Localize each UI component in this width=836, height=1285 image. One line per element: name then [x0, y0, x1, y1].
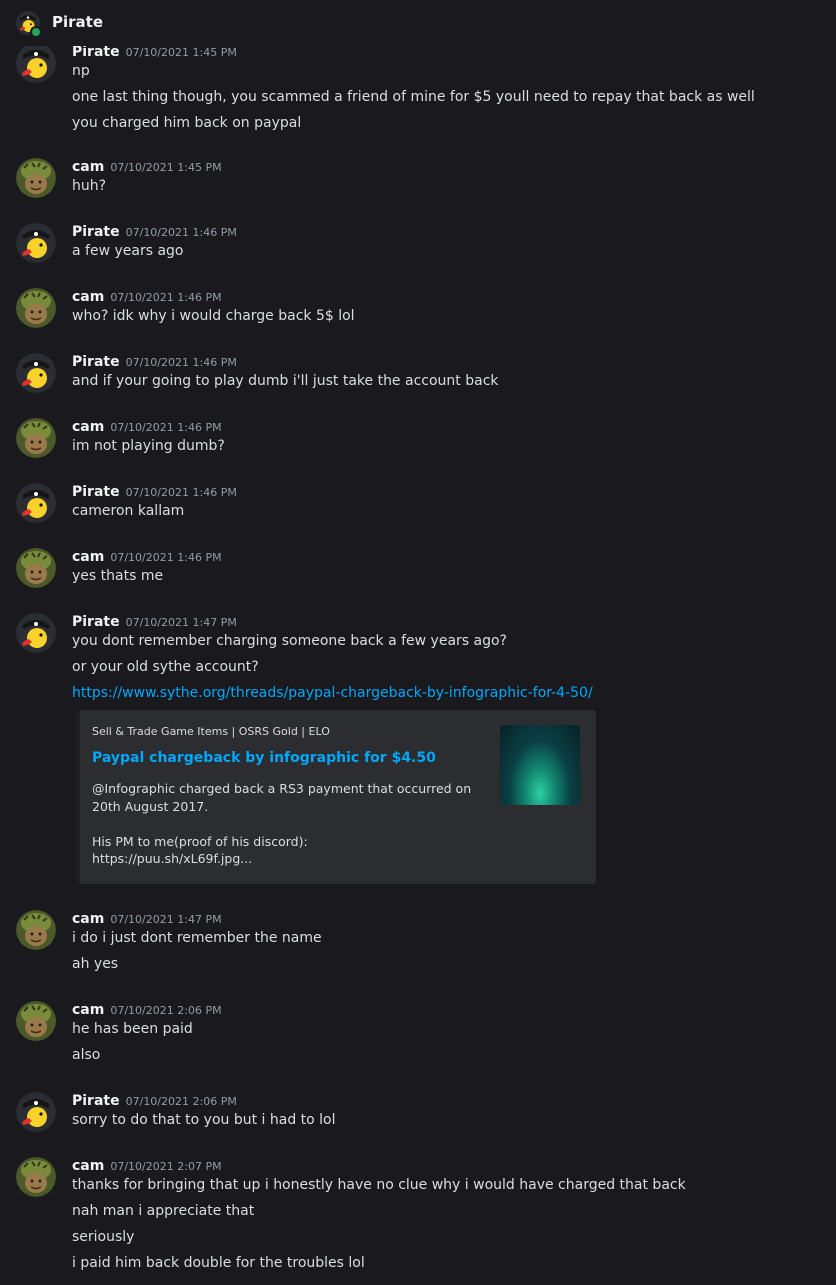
- message-timestamp: 07/10/2021 1:47 PM: [125, 616, 237, 629]
- message-author[interactable]: cam: [72, 159, 104, 175]
- message-timestamp: 07/10/2021 1:45 PM: [125, 46, 237, 59]
- cam-avatar[interactable]: [16, 288, 56, 328]
- message-header: Pirate 07/10/2021 1:47 PM: [72, 611, 237, 630]
- message-header: Pirate 07/10/2021 1:46 PM: [72, 481, 237, 500]
- message-timestamp: 07/10/2021 1:46 PM: [110, 551, 222, 564]
- pirate-avatar[interactable]: [16, 613, 56, 653]
- message-author[interactable]: cam: [72, 1002, 104, 1018]
- channel-title: Pirate: [52, 13, 103, 31]
- message-group: Pirate 07/10/2021 1:45 PM np one last thing…: [0, 43, 836, 145]
- message-header: cam 07/10/2021 1:47 PM: [72, 908, 222, 927]
- message-text: ah yes: [72, 956, 119, 972]
- channel-header: Pirate: [0, 0, 836, 46]
- message-group: Pirate 07/10/2021 1:46 PM cameron kallam: [0, 483, 836, 533]
- message-author[interactable]: Pirate: [72, 484, 120, 500]
- message-timestamp: 07/10/2021 2:07 PM: [110, 1160, 222, 1173]
- pirate-avatar[interactable]: [16, 43, 56, 83]
- message-text: yes thats me: [72, 568, 164, 584]
- cam-avatar[interactable]: [16, 910, 56, 950]
- message-text: im not playing dumb?: [72, 438, 225, 454]
- message-text: huh?: [72, 178, 107, 194]
- message-timestamp: 07/10/2021 1:46 PM: [125, 486, 237, 499]
- message-text: or your old sythe account?: [72, 659, 259, 675]
- message-header: cam 07/10/2021 1:46 PM: [72, 286, 222, 305]
- message-header: Pirate 07/10/2021 2:06 PM: [72, 1090, 237, 1109]
- cam-avatar[interactable]: [16, 158, 56, 198]
- pirate-avatar[interactable]: [16, 223, 56, 263]
- cam-avatar[interactable]: [16, 1157, 56, 1197]
- message-author[interactable]: cam: [72, 419, 104, 435]
- message-text: seriously: [72, 1229, 135, 1245]
- message-text: also: [72, 1047, 101, 1063]
- message-text: he has been paid: [72, 1021, 193, 1037]
- link-embed[interactable]: Sell & Trade Game Items | OSRS Gold | EL…: [76, 710, 596, 884]
- message-group: Pirate 07/10/2021 1:46 PM a few years ago: [0, 223, 836, 273]
- message-text: sorry to do that to you but i had to lol: [72, 1112, 336, 1128]
- message-header: Pirate 07/10/2021 1:46 PM: [72, 221, 237, 240]
- message-text: who? idk why i would charge back 5$ lol: [72, 308, 355, 324]
- message-timestamp: 07/10/2021 1:46 PM: [110, 291, 222, 304]
- message-group: cam 07/10/2021 1:45 PM huh?: [0, 158, 836, 208]
- message-text: one last thing though, you scammed a fri…: [72, 89, 755, 105]
- message-author[interactable]: Pirate: [72, 614, 120, 630]
- message-author[interactable]: cam: [72, 289, 104, 305]
- message-author[interactable]: cam: [72, 1158, 104, 1174]
- online-status-icon: [30, 26, 42, 38]
- pirate-avatar[interactable]: [16, 353, 56, 393]
- message-timestamp: 07/10/2021 1:46 PM: [125, 226, 237, 239]
- cam-avatar[interactable]: [16, 418, 56, 458]
- message-group: cam 07/10/2021 1:46 PM im not playing dumb…: [0, 418, 836, 468]
- message-text: nah man i appreciate that: [72, 1203, 255, 1219]
- message-header: Pirate 07/10/2021 1:46 PM: [72, 351, 237, 370]
- message-group: cam 07/10/2021 1:47 PM i do i just dont re…: [0, 910, 836, 986]
- message-text: np: [72, 63, 90, 79]
- message-text: i do i just dont remember the name: [72, 930, 322, 946]
- embed-thumbnail[interactable]: [500, 725, 580, 805]
- pirate-avatar[interactable]: [16, 483, 56, 523]
- message-timestamp: 07/10/2021 1:46 PM: [110, 421, 222, 434]
- message-group: Pirate 07/10/2021 2:06 PM sorry to do that…: [0, 1092, 836, 1142]
- message-group: cam 07/10/2021 2:06 PM he has been paid als…: [0, 1001, 836, 1077]
- message-author[interactable]: Pirate: [72, 224, 120, 240]
- embed-description: @Infographic charged back a RS3 payment …: [92, 781, 472, 866]
- message-text: and if your going to play dumb i'll just…: [72, 373, 499, 389]
- message-header: cam 07/10/2021 2:06 PM: [72, 999, 222, 1018]
- message-text: i paid him back double for the troubles …: [72, 1255, 365, 1271]
- message-group: cam 07/10/2021 1:46 PM yes thats me: [0, 548, 836, 598]
- message-text: thanks for bringing that up i honestly h…: [72, 1177, 686, 1193]
- embed-provider[interactable]: Sell & Trade Game Items | OSRS Gold | EL…: [92, 725, 330, 738]
- message-author[interactable]: cam: [72, 549, 104, 565]
- message-timestamp: 07/10/2021 1:47 PM: [110, 913, 222, 926]
- message-text: a few years ago: [72, 243, 184, 259]
- message-header: cam 07/10/2021 1:46 PM: [72, 416, 222, 435]
- cam-avatar[interactable]: [16, 548, 56, 588]
- message-header: cam 07/10/2021 1:46 PM: [72, 546, 222, 565]
- message-timestamp: 07/10/2021 2:06 PM: [125, 1095, 237, 1108]
- message-header: cam 07/10/2021 1:45 PM: [72, 156, 222, 175]
- message-header: cam 07/10/2021 2:07 PM: [72, 1155, 222, 1174]
- message-link[interactable]: https://www.sythe.org/threads/paypal-cha…: [72, 683, 593, 703]
- message-author[interactable]: cam: [72, 911, 104, 927]
- message-text: you dont remember charging someone back …: [72, 633, 507, 649]
- message-timestamp: 07/10/2021 1:45 PM: [110, 161, 222, 174]
- message-group: cam 07/10/2021 2:07 PM thanks for bringing…: [0, 1157, 836, 1285]
- message-timestamp: 07/10/2021 2:06 PM: [110, 1004, 222, 1017]
- message-timestamp: 07/10/2021 1:46 PM: [125, 356, 237, 369]
- message-text: cameron kallam: [72, 503, 185, 519]
- message-author[interactable]: Pirate: [72, 44, 120, 60]
- pirate-avatar[interactable]: [16, 1092, 56, 1132]
- message-author[interactable]: Pirate: [72, 354, 120, 370]
- message-author[interactable]: Pirate: [72, 1093, 120, 1109]
- message-group: Pirate 07/10/2021 1:46 PM and if your goin…: [0, 353, 836, 403]
- message-group: cam 07/10/2021 1:46 PM who? idk why i woul…: [0, 288, 836, 338]
- message-group: Pirate 07/10/2021 1:47 PM you dont remembe…: [0, 613, 836, 715]
- embed-title[interactable]: Paypal chargeback by infographic for $4.…: [92, 750, 436, 766]
- cam-avatar[interactable]: [16, 1001, 56, 1041]
- message-text: you charged him back on paypal: [72, 115, 302, 131]
- message-list: Pirate 07/10/2021 1:45 PM np one last thing…: [0, 0, 836, 1276]
